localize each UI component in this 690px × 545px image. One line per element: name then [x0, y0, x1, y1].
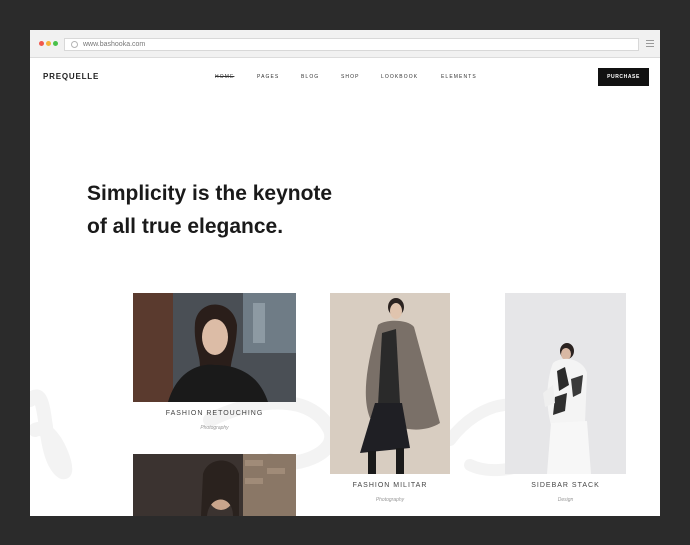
portfolio-title[interactable]: SIDEBAR STACK: [505, 482, 626, 489]
site-header: PREQUELLE HOME PAGES BLOG SHOP LOOKBOOK …: [30, 58, 660, 98]
close-window-button[interactable]: [39, 41, 44, 46]
nav-item-elements[interactable]: ELEMENTS: [441, 74, 477, 80]
portfolio-card[interactable]: SIDEBAR STACK Design: [505, 293, 626, 516]
nav-item-shop[interactable]: SHOP: [341, 74, 360, 80]
portfolio-card[interactable]: FASHION MILITAR Photography: [330, 293, 450, 516]
globe-icon: [71, 41, 78, 48]
portfolio-image[interactable]: [505, 293, 626, 474]
portfolio-category: Photography: [200, 425, 229, 431]
maximize-window-button[interactable]: [53, 41, 58, 46]
portfolio-card[interactable]: FASHION RETOUCHING Photography: [133, 293, 296, 433]
portfolio-category: Photography: [375, 497, 405, 503]
portfolio-image[interactable]: [330, 293, 450, 474]
portfolio-title[interactable]: FASHION MILITAR: [330, 482, 450, 489]
portfolio-category: Design: [557, 497, 574, 503]
hero-heading: Simplicity is the keynote of all true el…: [87, 177, 407, 243]
purchase-button[interactable]: PURCHASE: [598, 68, 649, 86]
hero-line-2: of all true elegance.: [87, 215, 284, 238]
minimize-window-button[interactable]: [46, 41, 51, 46]
browser-window: www.bashooka.com PREQUELLE HOME PAGES BL…: [30, 30, 660, 516]
hero-line-1: Simplicity is the keynote: [87, 182, 333, 205]
nav-item-blog[interactable]: BLOG: [301, 74, 319, 80]
nav-item-home[interactable]: HOME: [215, 74, 234, 80]
site-logo[interactable]: PREQUELLE: [43, 72, 99, 81]
nav-item-lookbook[interactable]: LOOKBOOK: [381, 74, 418, 80]
portfolio-image[interactable]: [133, 293, 296, 402]
portfolio-card[interactable]: [133, 454, 296, 516]
portfolio-image[interactable]: [133, 454, 296, 516]
url-text: www.bashooka.com: [83, 41, 146, 48]
nav-item-pages[interactable]: PAGES: [257, 74, 279, 80]
address-bar[interactable]: www.bashooka.com: [64, 38, 639, 51]
browser-toolbar: www.bashooka.com: [30, 30, 660, 58]
browser-menu-icon[interactable]: [646, 40, 654, 48]
portfolio-title[interactable]: FASHION RETOUCHING: [133, 410, 296, 417]
